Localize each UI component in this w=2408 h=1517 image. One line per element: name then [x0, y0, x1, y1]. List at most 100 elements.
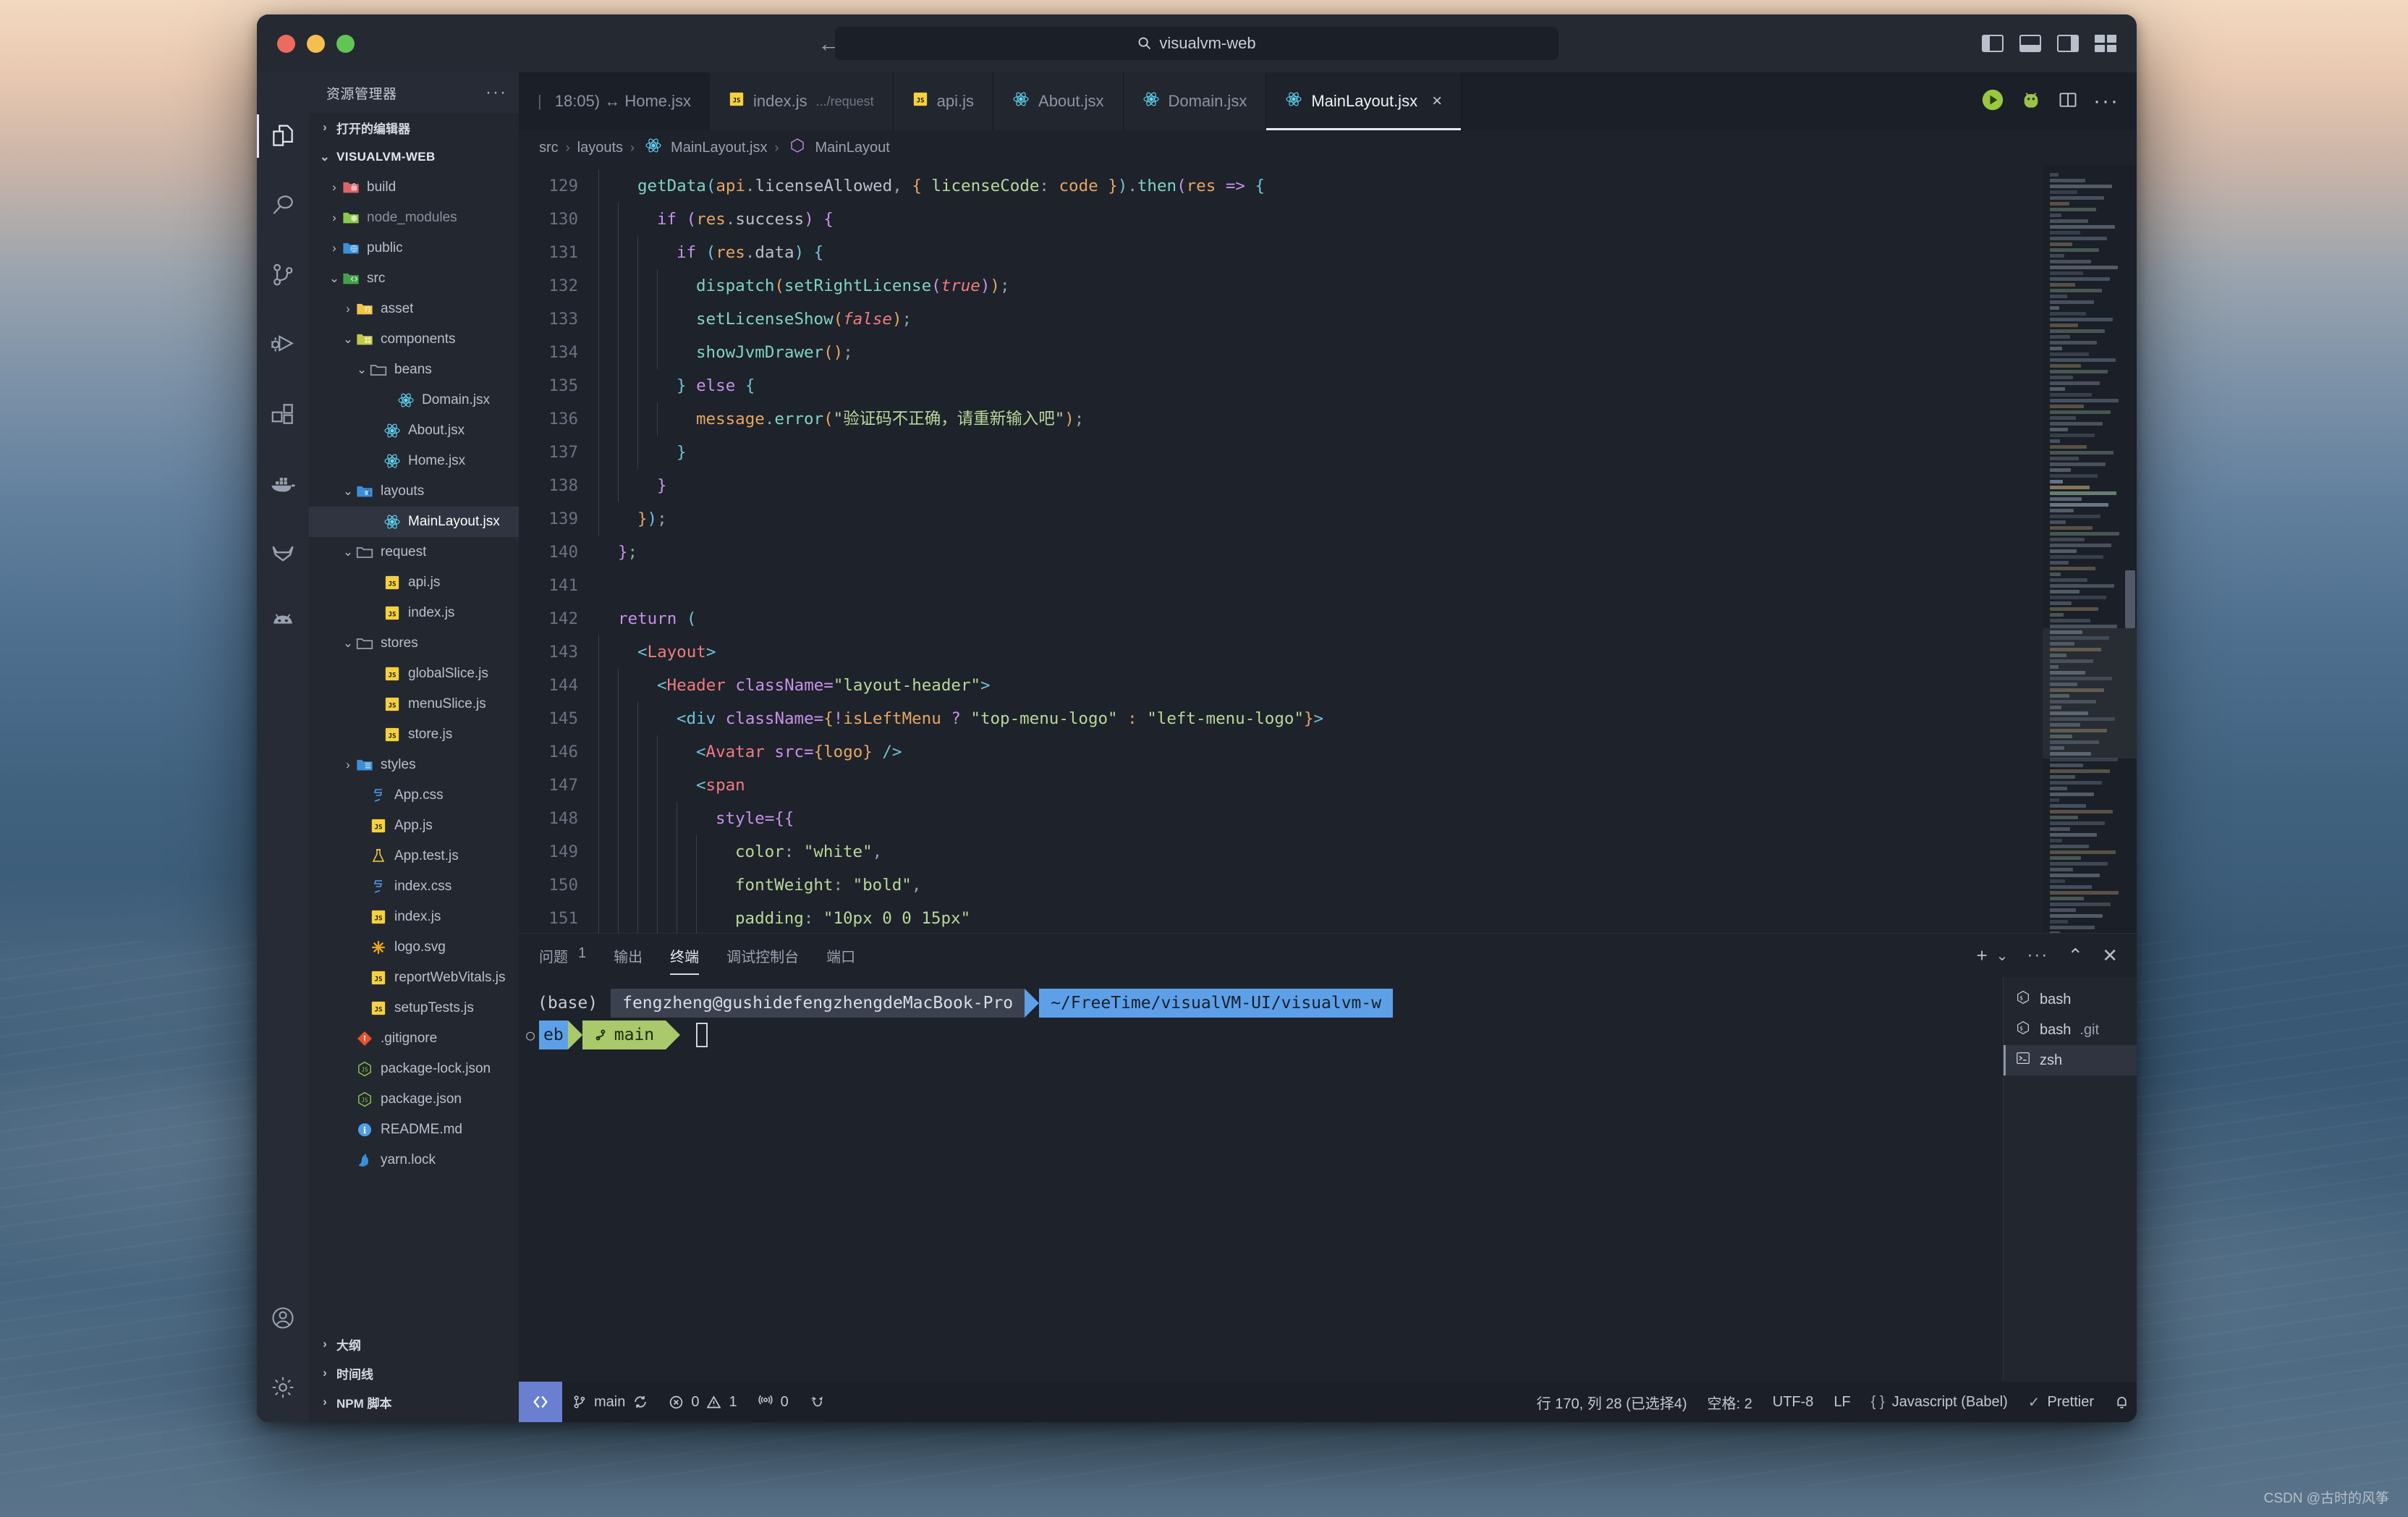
tree-file-row[interactable]: Domain.jsx — [309, 385, 519, 415]
tree-file-row[interactable]: JS index.js — [309, 902, 519, 932]
breadcrumb-item[interactable]: MainLayout — [815, 140, 889, 156]
code-line[interactable]: 141 — [519, 569, 2043, 602]
explorer-section[interactable]: › 大纲 — [309, 1330, 519, 1358]
maximize-window-button[interactable] — [336, 34, 355, 53]
editor-tab[interactable]: MainLayout.jsx × — [1266, 72, 1462, 130]
breadcrumb-item[interactable]: src — [539, 140, 559, 156]
status-cat[interactable] — [799, 1394, 836, 1410]
ellipsis-icon[interactable]: ··· — [486, 83, 507, 103]
tree-file-row[interactable]: JS store.js — [309, 719, 519, 750]
tree-folder-row[interactable]: › asset — [309, 294, 519, 324]
activity-item-settings[interactable] — [257, 1353, 309, 1422]
status-formatter[interactable]: ✓ Prettier — [2018, 1393, 2104, 1411]
tree-file-row[interactable]: JS menuSlice.js — [309, 689, 519, 719]
code-line[interactable]: 132 dispatch(setRightLicense(true)); — [519, 269, 2043, 303]
tree-file-row[interactable]: logo.svg — [309, 932, 519, 963]
activity-item-accounts[interactable] — [257, 1283, 309, 1353]
minimap-viewport[interactable] — [2043, 628, 2137, 758]
tree-file-row[interactable]: About.jsx — [309, 415, 519, 446]
explorer-section[interactable]: › 时间线 — [309, 1358, 519, 1387]
code-line[interactable]: 143 <Layout> — [519, 635, 2043, 669]
tree-folder-row[interactable]: ⌄ stores — [309, 628, 519, 659]
close-window-button[interactable] — [277, 34, 295, 53]
editor-tab[interactable]: | 18:05) ↔ Home.jsx — [519, 72, 711, 130]
activity-item-run-and-debug[interactable] — [257, 310, 309, 379]
tab-bar-actions[interactable]: ··· — [1963, 72, 2137, 130]
code-line[interactable]: 140}; — [519, 536, 2043, 569]
status-indentation[interactable]: 空格: 2 — [1697, 1392, 1763, 1413]
customize-layout-icon[interactable] — [2095, 35, 2116, 52]
activity-item-docker[interactable] — [257, 449, 309, 518]
code-line[interactable]: 131 if (res.data) { — [519, 236, 2043, 269]
split-editor-icon[interactable] — [2057, 90, 2079, 114]
code-content[interactable]: 129 getData(api.licenseAllowed, { license… — [519, 165, 2043, 933]
play-icon[interactable] — [1980, 88, 2005, 116]
code-line[interactable]: 146 <Avatar src={logo} /> — [519, 735, 2043, 769]
workspace-root[interactable]: ⌄ VISUALVM-WEB — [309, 142, 519, 172]
activity-item-explorer[interactable] — [257, 101, 309, 171]
tree-file-row[interactable]: App.test.js — [309, 841, 519, 871]
panel-tab[interactable]: 端口 — [826, 935, 855, 976]
tree-file-row[interactable]: yarn.lock — [309, 1145, 519, 1175]
code-line[interactable]: 139}); — [519, 502, 2043, 536]
remote-window-button[interactable] — [519, 1382, 562, 1422]
panel-tab[interactable]: 终端 — [670, 935, 700, 976]
code-line[interactable]: 129 getData(api.licenseAllowed, { license… — [519, 169, 2043, 203]
chevron-up-icon[interactable]: ⌃ — [2067, 945, 2083, 967]
activity-item-extensions[interactable] — [257, 379, 309, 449]
activity-item-source-control[interactable] — [257, 240, 309, 310]
command-center-search[interactable]: visualvm-web — [835, 27, 1559, 60]
tree-file-row[interactable]: JS globalSlice.js — [309, 659, 519, 689]
code-line[interactable]: 147 <span — [519, 769, 2043, 802]
editor-tab[interactable]: About.jsx — [993, 72, 1124, 130]
ellipsis-icon[interactable]: ··· — [2027, 945, 2048, 965]
panel-tab[interactable]: 调试控制台 — [726, 935, 799, 976]
tree-folder-row[interactable]: › build — [309, 172, 519, 203]
tree-file-row[interactable]: MainLayout.jsx — [309, 507, 519, 537]
tree-folder-row[interactable]: › styles — [309, 750, 519, 780]
activity-item-android[interactable] — [257, 588, 309, 657]
tree-file-row[interactable]: .gitignore — [309, 1023, 519, 1054]
tree-folder-row[interactable]: ⌄ components — [309, 324, 519, 355]
code-line[interactable]: 149 color: "white", — [519, 835, 2043, 869]
code-line[interactable]: 144 <Header className="layout-header"> — [519, 669, 2043, 702]
android-debug-icon[interactable] — [2019, 88, 2043, 115]
tree-file-row[interactable]: JS index.js — [309, 598, 519, 628]
code-line[interactable]: 137} — [519, 436, 2043, 469]
tree-file-row[interactable]: Home.jsx — [309, 446, 519, 476]
code-line[interactable]: 136 message.error("验证码不正确，请重新输入吧"); — [519, 402, 2043, 436]
toggle-panel-icon[interactable] — [2019, 35, 2041, 52]
tree-file-row[interactable]: App.css — [309, 780, 519, 811]
editor-tab[interactable]: Domain.jsx — [1123, 72, 1267, 130]
code-line[interactable]: 135} else { — [519, 369, 2043, 402]
close-tab-icon[interactable]: × — [1432, 91, 1442, 111]
tree-folder-row[interactable]: › node_modules — [309, 203, 519, 233]
tree-folder-row[interactable]: ⌄ layouts — [309, 476, 519, 507]
panel-tab[interactable]: 输出 — [614, 935, 643, 976]
code-line[interactable]: 134 showJvmDrawer(); — [519, 336, 2043, 369]
status-encoding[interactable]: UTF-8 — [1763, 1394, 1824, 1411]
editor-tab[interactable]: JS api.js — [893, 72, 994, 130]
tree-file-row[interactable]: JS App.js — [309, 811, 519, 841]
close-icon[interactable]: ✕ — [2102, 945, 2118, 967]
status-notifications[interactable] — [2104, 1394, 2137, 1410]
panel-tab-bar[interactable]: 问题 1 输出 终端 调试控制台 端口 + ⌄ ··· ⌃ ✕ — [519, 934, 2137, 977]
terminal-output[interactable]: (base) fengzheng@gushidefengzhengdeMacBo… — [519, 977, 2003, 1382]
tree-file-row[interactable]: JS setupTests.js — [309, 993, 519, 1023]
explorer-bottom-sections[interactable]: › 大纲 › 时间线 › NPM 脚本 — [309, 1330, 519, 1422]
status-cursor-position[interactable]: 行 170, 列 28 (已选择4) — [1527, 1392, 1697, 1413]
tree-folder-row[interactable]: ⌄ src — [309, 263, 519, 294]
terminal-session-item[interactable]: $_ bash .git — [2004, 1015, 2137, 1045]
terminal-session-item[interactable]: zsh — [2004, 1045, 2137, 1076]
terminal-session-item[interactable]: $_ bash — [2004, 984, 2137, 1015]
code-line[interactable]: 148 style={{ — [519, 802, 2043, 835]
tree-file-row[interactable]: JS reportWebVitals.js — [309, 963, 519, 993]
panel-tab[interactable]: 问题 1 — [539, 935, 586, 976]
toggle-primary-sidebar-icon[interactable] — [1982, 35, 2004, 52]
tree-folder-row[interactable]: ⌄ beans — [309, 355, 519, 385]
breadcrumb[interactable]: src › layouts › MainLayout.jsx › MainLayout — [519, 130, 2137, 165]
tree-file-row[interactable]: JS package-lock.json — [309, 1054, 519, 1084]
panel-actions[interactable]: + ⌄ ··· ⌃ ✕ — [1976, 945, 2137, 967]
vertical-scrollbar-thumb[interactable] — [2125, 570, 2135, 628]
minimize-window-button[interactable] — [307, 34, 325, 53]
